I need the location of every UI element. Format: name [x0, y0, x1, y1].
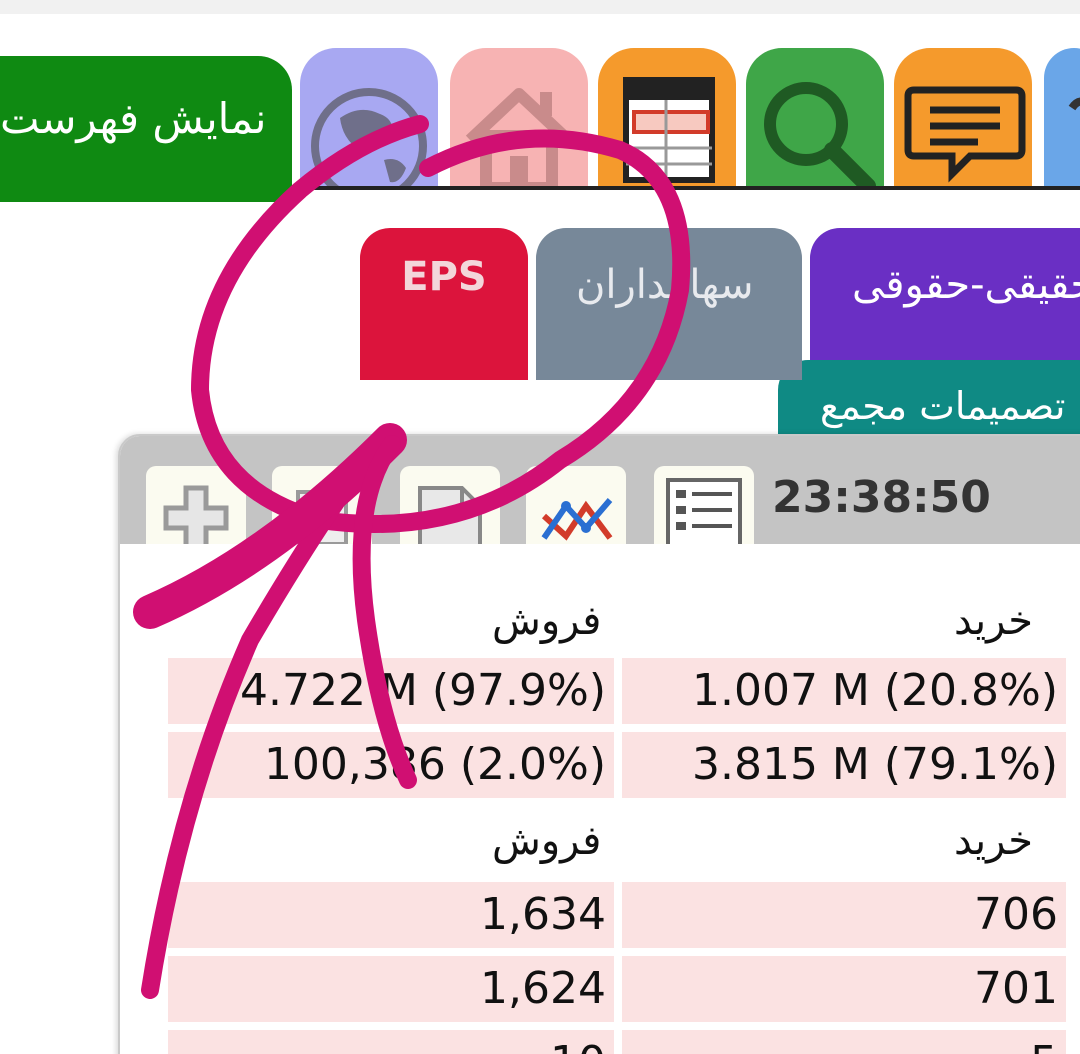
show-list-label: نمایش فهرست: [0, 94, 267, 143]
buy-volume-cell: 1.007 M (20.8%): [622, 658, 1066, 724]
tab-real-legal[interactable]: حقیقی-حقوقی: [810, 228, 1080, 374]
panel-tool-icon: [296, 490, 348, 544]
buy-count-cell: 5: [622, 1030, 1066, 1054]
document-button[interactable]: [400, 466, 500, 544]
sell-volume-cell: 100,386 (2.0%): [168, 732, 614, 798]
add-button[interactable]: [146, 466, 246, 544]
sell-header: فروش: [492, 818, 602, 864]
message-icon: [904, 86, 1026, 183]
list-icon: [666, 478, 742, 544]
tab-shareholders[interactable]: سهامداران: [536, 228, 802, 380]
clock-time: 23:38:50: [772, 472, 991, 523]
search-icon: [764, 82, 876, 188]
panel-tool-button[interactable]: [272, 466, 372, 544]
table-icon: [623, 77, 715, 183]
tab-decisions-label: تصمیمات مجمع: [820, 384, 1066, 428]
sell-volume-cell: 4.722 M (97.9%): [168, 658, 614, 724]
more-tool-button[interactable]: [1044, 48, 1080, 188]
document-icon: [418, 486, 482, 544]
tab-real-legal-label: حقیقی-حقوقی: [852, 262, 1080, 308]
add-icon: [163, 485, 229, 544]
globe-icon: [311, 88, 427, 188]
list-button[interactable]: [654, 466, 754, 544]
market-panel: 23:38:50 خرید فروش 1.007 M (20.8%) 4.722…: [118, 434, 1080, 1054]
show-list-banner[interactable]: نمایش فهرست: [0, 56, 292, 202]
sell-count-cell: 10: [168, 1030, 614, 1054]
sell-count-cell: 1,624: [168, 956, 614, 1022]
tab-eps[interactable]: EPS: [360, 228, 528, 380]
app-screen: نمایش فهرست حقیقی-حقوقی تصمیمات مجمع سها…: [0, 0, 1080, 1054]
table-button[interactable]: [598, 48, 736, 188]
chart-icon: [541, 498, 613, 541]
message-button[interactable]: [894, 48, 1032, 188]
home-button[interactable]: [450, 48, 588, 188]
tab-shareholders-label: سهامداران: [576, 262, 754, 308]
sell-count-cell: 1,634: [168, 882, 614, 948]
buy-header: خرید: [954, 818, 1033, 864]
buy-count-cell: 701: [622, 956, 1066, 1022]
toolbar-divider: [292, 186, 1080, 190]
tab-eps-label: EPS: [401, 254, 487, 300]
sell-header: فروش: [492, 598, 602, 644]
globe-button[interactable]: [300, 48, 438, 188]
panel-toolbar: 23:38:50: [120, 436, 1080, 544]
buy-volume-cell: 3.815 M (79.1%): [622, 732, 1066, 798]
partial-tool-icon: [1068, 97, 1080, 111]
buy-header: خرید: [954, 598, 1033, 644]
buy-count-cell: 706: [622, 882, 1066, 948]
top-strip: [0, 0, 1080, 14]
search-button[interactable]: [746, 48, 884, 188]
home-icon: [465, 88, 573, 188]
chart-button[interactable]: [526, 466, 626, 544]
